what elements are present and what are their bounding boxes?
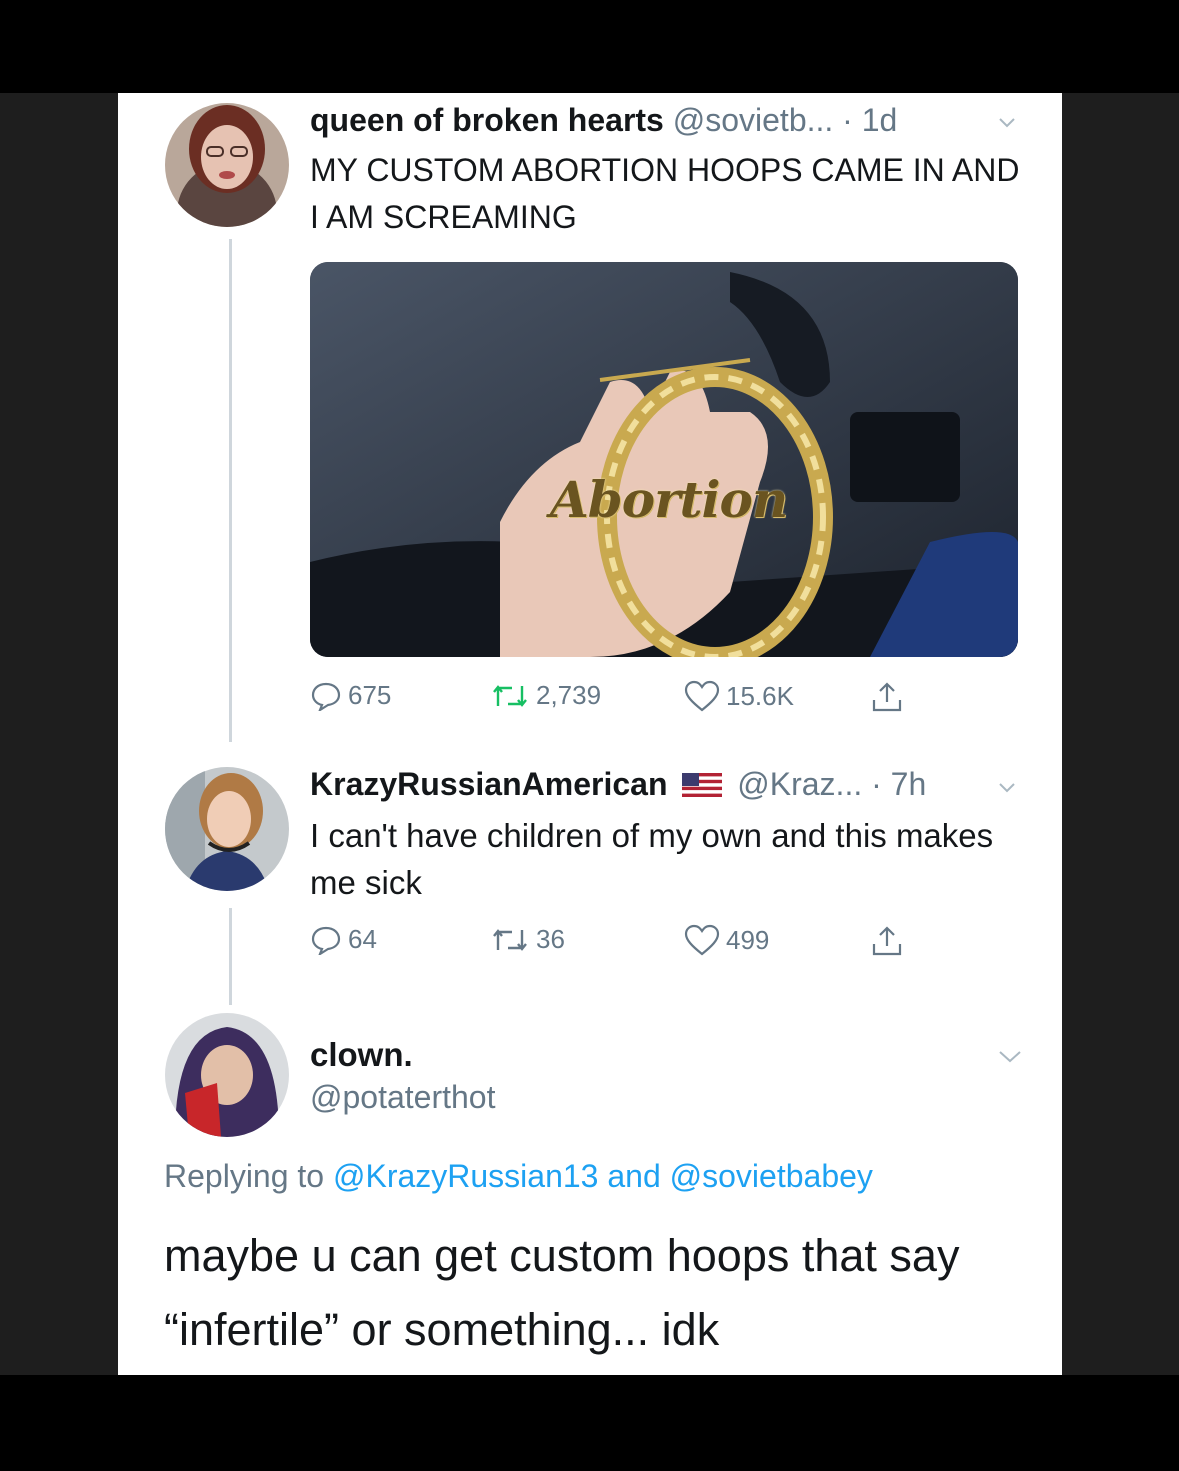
like-icon xyxy=(684,680,720,712)
retweet-icon xyxy=(493,684,527,707)
retweet-icon xyxy=(493,928,527,951)
timestamp[interactable]: · 1d xyxy=(842,102,897,138)
hoop-nameplate-text: Abortion xyxy=(550,470,788,529)
retweet-count: 36 xyxy=(536,924,565,954)
timestamp[interactable]: · 7h xyxy=(871,766,926,802)
like-count: 499 xyxy=(726,924,770,955)
like-button[interactable]: 15.6K xyxy=(684,680,794,712)
reply-button[interactable]: 675 xyxy=(310,680,391,711)
reply-icon xyxy=(311,926,341,955)
like-button[interactable]: 499 xyxy=(684,924,769,956)
reply-text: maybe u can get custom hoops that say “i… xyxy=(164,1230,960,1355)
mention-link[interactable]: @KrazyRussian13 xyxy=(333,1158,598,1194)
retweet-button[interactable]: 36 xyxy=(490,924,565,955)
avatar-krazyrussianamerican[interactable] xyxy=(165,767,289,891)
tweet-thread-card: queen of broken hearts @sovietb... · 1d … xyxy=(118,93,1062,1375)
mention-link[interactable]: @sovietbabey xyxy=(670,1158,873,1194)
share-icon xyxy=(872,682,902,712)
avatar-clown[interactable] xyxy=(165,1013,289,1137)
chevron-down-icon[interactable] xyxy=(998,774,1016,800)
retweet-count: 2,739 xyxy=(536,680,602,710)
reply-icon xyxy=(311,682,341,711)
like-icon xyxy=(684,924,720,956)
share-icon xyxy=(872,926,902,956)
thread-line xyxy=(229,239,232,742)
display-name[interactable]: KrazyRussianAmerican xyxy=(310,766,667,802)
reply-count: 675 xyxy=(348,680,392,710)
avatar-queen-of-broken-hearts[interactable] xyxy=(165,103,289,227)
tweet-text: I can't have children of my own and this… xyxy=(310,817,994,901)
chevron-down-icon[interactable] xyxy=(998,109,1016,135)
reply-button[interactable]: 64 xyxy=(310,924,377,955)
handle[interactable]: @potaterthot xyxy=(310,1079,495,1116)
share-button[interactable] xyxy=(870,924,904,958)
thread-line xyxy=(229,908,232,1005)
tweet-text: MY CUSTOM ABORTION HOOPS CAME IN AND I A… xyxy=(310,152,1020,235)
tweet-header: queen of broken hearts @sovietb... · 1d xyxy=(310,102,897,139)
display-name[interactable]: queen of broken hearts xyxy=(310,102,664,138)
handle[interactable]: @Kraz... xyxy=(737,766,862,802)
handle[interactable]: @sovietb... xyxy=(673,102,834,138)
display-name[interactable]: clown. xyxy=(310,1036,413,1074)
reply-count: 64 xyxy=(348,924,377,954)
tweet-header: KrazyRussianAmerican @Kraz... · 7h xyxy=(310,766,926,805)
like-count: 15.6K xyxy=(726,680,794,711)
tweet-image[interactable]: Abortion xyxy=(310,262,1018,657)
us-flag-icon xyxy=(682,768,723,805)
share-button[interactable] xyxy=(870,680,904,714)
chevron-down-icon[interactable] xyxy=(998,1044,1022,1070)
replying-label: Replying to xyxy=(164,1158,325,1194)
replying-to-line: Replying to @KrazyRussian13 and @sovietb… xyxy=(164,1158,873,1195)
retweet-button[interactable]: 2,739 xyxy=(490,680,601,711)
and-word: and xyxy=(607,1158,661,1194)
